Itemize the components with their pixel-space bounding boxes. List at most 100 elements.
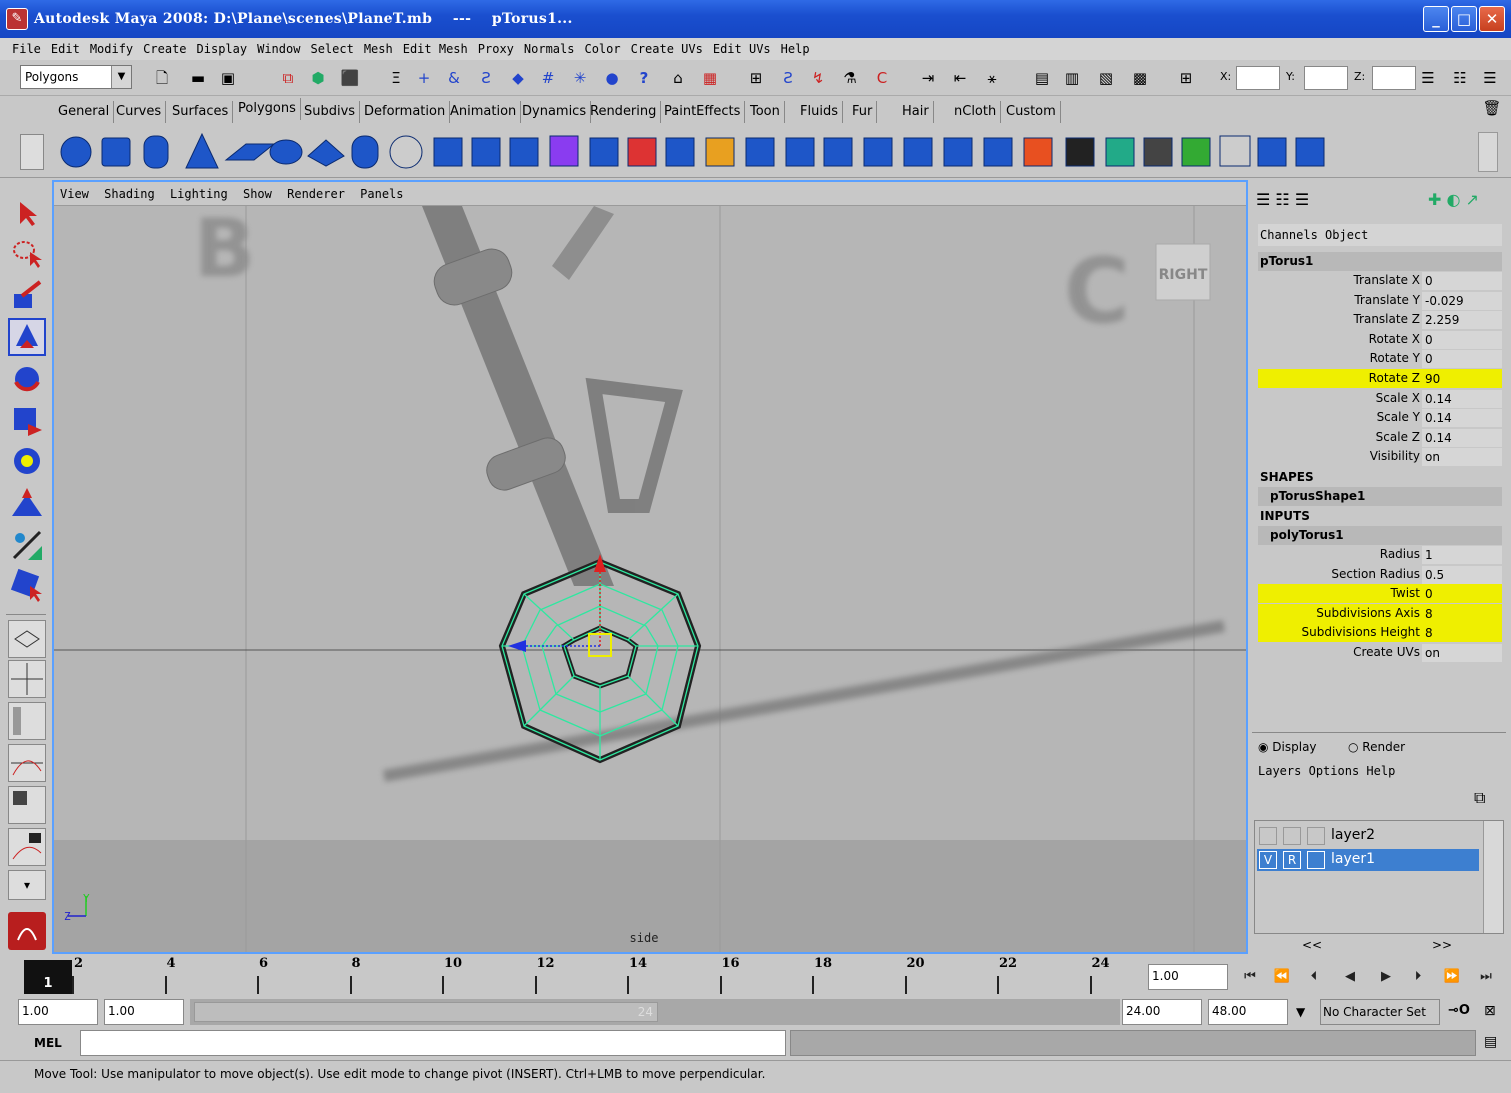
input-attribute-row[interactable]: Subdivisions Axis 8 bbox=[1258, 603, 1502, 623]
play-backward-icon[interactable]: ◀ bbox=[1336, 964, 1364, 990]
chevron-down-icon[interactable]: ▼ bbox=[111, 66, 131, 88]
channel-name[interactable]: Scale Y bbox=[1377, 410, 1420, 424]
channel-value[interactable]: 2.259 bbox=[1422, 311, 1502, 330]
go-to-start-icon[interactable]: ⏮ bbox=[1236, 964, 1264, 990]
step-forward-key-icon[interactable]: ⏵ bbox=[1404, 964, 1432, 990]
history-icon[interactable]: # bbox=[538, 68, 558, 88]
single-perspective-layout-icon[interactable] bbox=[8, 620, 46, 658]
input-attribute-value[interactable]: 8 bbox=[1422, 604, 1502, 623]
auto-key-icon[interactable]: ⊸O bbox=[1448, 1003, 1470, 1018]
input-attribute-name[interactable]: Subdivisions Height bbox=[1302, 625, 1421, 639]
channel-row[interactable]: Translate Z 2.259 bbox=[1258, 310, 1502, 330]
shelf-scrollbar[interactable] bbox=[1478, 132, 1498, 172]
tab-deformation[interactable]: Deformation bbox=[360, 101, 451, 123]
script-editor-icon[interactable]: ▤ bbox=[1484, 1034, 1497, 1050]
animation-end-field[interactable]: 48.00 bbox=[1208, 999, 1288, 1025]
ipr-render-icon[interactable]: ↯ bbox=[808, 68, 828, 88]
graph-editor-layout-icon[interactable] bbox=[8, 744, 46, 782]
playback-end-field[interactable]: 24.00 bbox=[1122, 999, 1202, 1025]
viewport-menu-lighting[interactable]: Lighting bbox=[170, 187, 228, 201]
input-attribute-name[interactable]: Radius bbox=[1380, 547, 1420, 561]
maya-app-icon[interactable]: ✎ bbox=[6, 8, 28, 30]
tab-fur[interactable]: Fur bbox=[848, 101, 878, 123]
channel-row[interactable]: Translate Y -0.029 bbox=[1258, 291, 1502, 310]
range-slider-track[interactable]: 24 bbox=[190, 999, 1120, 1025]
channel-value[interactable]: 0 bbox=[1422, 272, 1502, 290]
snap-view-plane-icon[interactable]: Ƨ bbox=[476, 68, 496, 88]
input-attribute-row[interactable]: Subdivisions Height 8 bbox=[1258, 623, 1502, 643]
layer-color-swatch[interactable] bbox=[1307, 851, 1325, 869]
input-node-name[interactable]: polyTorus1 bbox=[1258, 526, 1502, 545]
channel-box-icon[interactable]: ☰ bbox=[1480, 68, 1500, 88]
render-clip-icon[interactable]: ▥ bbox=[1062, 68, 1082, 88]
render-ipr-icon[interactable]: ▧ bbox=[1096, 68, 1116, 88]
playback-start-field[interactable]: 1.00 bbox=[104, 999, 184, 1025]
render-icon[interactable]: Ƨ bbox=[778, 68, 798, 88]
select-tool-icon[interactable] bbox=[8, 194, 46, 232]
hypershade-layout-icon[interactable] bbox=[8, 786, 46, 824]
layer-visibility-toggle[interactable]: V bbox=[1259, 851, 1277, 869]
tab-channels[interactable]: Channels bbox=[1260, 228, 1318, 242]
select-hierarchy-icon[interactable]: ⧉ bbox=[278, 68, 298, 88]
menu-mesh[interactable]: Mesh bbox=[364, 42, 393, 56]
channel-name[interactable]: Rotate X bbox=[1369, 332, 1420, 346]
render-settings-icon[interactable]: ⚗ bbox=[840, 68, 860, 88]
close-button[interactable]: ✕ bbox=[1479, 6, 1505, 32]
tab-general[interactable]: General bbox=[54, 101, 115, 123]
menu-window[interactable]: Window bbox=[257, 42, 300, 56]
menu-modify[interactable]: Modify bbox=[90, 42, 133, 56]
soft-modification-icon[interactable] bbox=[8, 484, 46, 522]
viewport-canvas[interactable]: B C RIGHT Y Z side bbox=[54, 206, 1246, 952]
channel-row[interactable]: Scale X 0.14 bbox=[1258, 389, 1502, 408]
render-frame-icon[interactable]: ▤ bbox=[1032, 68, 1052, 88]
layer-menu-layers[interactable]: Layers bbox=[1258, 764, 1301, 778]
viewport-menu-show[interactable]: Show bbox=[243, 187, 272, 201]
channel-box-toggle-icon[interactable]: ✚ ◐ ↗ bbox=[1428, 190, 1479, 209]
viewport-menu-view[interactable]: View bbox=[60, 187, 89, 201]
select-object-icon[interactable]: ⬢ bbox=[308, 68, 328, 88]
universal-manipulator-icon[interactable] bbox=[8, 442, 46, 480]
character-set-chevron-icon[interactable]: ▼ bbox=[1296, 1005, 1305, 1019]
channel-value[interactable]: 0.14 bbox=[1422, 409, 1502, 428]
tab-toon[interactable]: Toon bbox=[746, 101, 785, 123]
menu-edit-mesh[interactable]: Edit Mesh bbox=[403, 42, 468, 56]
channel-name[interactable]: Scale Z bbox=[1376, 430, 1420, 444]
tab-ncloth[interactable]: nCloth bbox=[950, 101, 1002, 123]
channel-name[interactable]: Visibility bbox=[1370, 449, 1420, 463]
outliner-layout-icon[interactable] bbox=[8, 702, 46, 740]
channel-name[interactable]: Scale X bbox=[1376, 391, 1420, 405]
construction-icon[interactable]: ✳ bbox=[570, 68, 590, 88]
menu-display[interactable]: Display bbox=[197, 42, 248, 56]
render-globals-icon[interactable]: ▩ bbox=[1130, 68, 1150, 88]
lock-icon[interactable]: ⌂ bbox=[668, 68, 688, 88]
channel-value[interactable]: -0.029 bbox=[1422, 291, 1502, 310]
current-time-field[interactable]: 1.00 bbox=[1148, 964, 1228, 990]
menu-select[interactable]: Select bbox=[310, 42, 353, 56]
viewcube-label[interactable]: RIGHT bbox=[1159, 267, 1208, 283]
channel-box-mode-icon[interactable]: ☰ ☷ ☰ bbox=[1256, 190, 1309, 209]
channel-name[interactable]: Rotate Y bbox=[1370, 351, 1420, 365]
input-attribute-value[interactable]: on bbox=[1422, 644, 1502, 662]
channel-row[interactable]: Rotate X0 bbox=[1258, 330, 1502, 349]
menu-normals[interactable]: Normals bbox=[524, 42, 575, 56]
layer-name[interactable]: layer1 bbox=[1331, 851, 1375, 867]
magnet-icon[interactable]: C bbox=[872, 68, 892, 88]
go-to-end-icon[interactable]: ⏭ bbox=[1472, 964, 1500, 990]
maximize-button[interactable]: □ bbox=[1451, 6, 1477, 32]
open-scene-icon[interactable]: ▬ bbox=[188, 68, 208, 88]
snap-curve-icon[interactable]: + bbox=[414, 68, 434, 88]
channel-value[interactable]: 0.14 bbox=[1422, 428, 1502, 447]
layer-nav-right[interactable]: >> bbox=[1432, 938, 1452, 952]
channel-row[interactable]: Scale Z 0.14 bbox=[1258, 428, 1502, 447]
tab-subdivs[interactable]: Subdivs bbox=[300, 101, 361, 123]
custom-layout-icon[interactable] bbox=[8, 828, 46, 866]
animation-start-field[interactable]: 1.00 bbox=[18, 999, 98, 1025]
lasso-tool-icon[interactable] bbox=[8, 234, 46, 272]
input-attribute-name[interactable]: Create UVs bbox=[1353, 645, 1420, 659]
tab-painteffects[interactable]: PaintEffects bbox=[660, 101, 746, 123]
command-input[interactable] bbox=[80, 1030, 786, 1056]
menu-help[interactable]: Help bbox=[781, 42, 810, 56]
channel-value[interactable]: 0 bbox=[1422, 330, 1502, 349]
menu-file[interactable]: File bbox=[12, 42, 41, 56]
channel-value[interactable]: 90 bbox=[1422, 370, 1502, 388]
